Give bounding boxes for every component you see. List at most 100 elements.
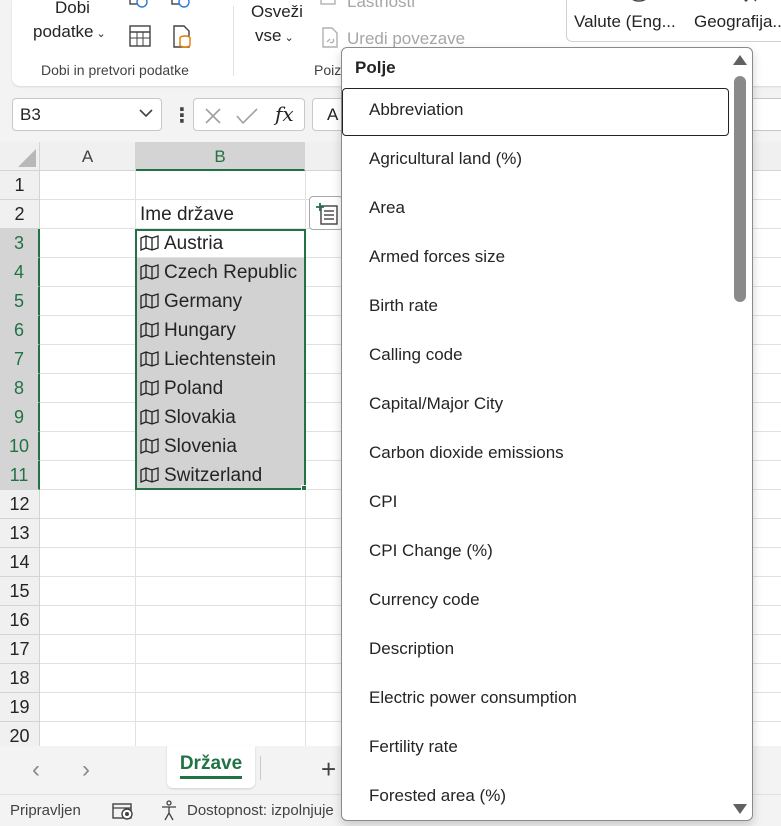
country-cell[interactable]: Germany <box>136 287 305 316</box>
chevron-down-icon: ⌄ <box>284 32 294 44</box>
insert-function-icon[interactable]: fx <box>275 102 294 126</box>
field-option[interactable]: Description <box>342 627 732 676</box>
country-name: Slovenia <box>164 436 237 457</box>
get-data-label-line2: podatke <box>33 22 94 41</box>
column-header-a[interactable]: A <box>40 142 136 171</box>
row-header[interactable]: 15 <box>0 577 40 606</box>
row-header[interactable]: 12 <box>0 490 40 519</box>
country-name: Liechtenstein <box>164 349 276 370</box>
row-header[interactable]: 13 <box>0 519 40 548</box>
accessibility-status[interactable]: Dostopnost: izpolnjuje <box>187 802 334 819</box>
map-icon <box>140 264 159 280</box>
data-types-gallery: Valute (Eng... Geografija... <box>566 0 781 42</box>
country-cell[interactable]: Slovakia <box>136 403 305 432</box>
row-header[interactable]: 9 <box>0 403 40 432</box>
dropdown-header: Polje <box>355 58 396 77</box>
scroll-up-arrow[interactable] <box>733 55 747 65</box>
field-option[interactable]: CPI <box>342 480 732 529</box>
accessibility-icon[interactable] <box>160 800 182 822</box>
macro-record-icon[interactable] <box>112 801 136 821</box>
scroll-down-arrow[interactable] <box>733 804 747 814</box>
field-option[interactable]: Armed forces size <box>342 235 732 284</box>
map-icon <box>140 409 159 425</box>
country-cell[interactable]: Poland <box>136 374 305 403</box>
row-header[interactable]: 1 <box>0 171 40 200</box>
sheet-tab-label: Države <box>179 753 243 779</box>
chevron-right-icon[interactable]: › <box>82 756 90 784</box>
datatype-currencies[interactable]: Valute (Eng... <box>574 12 676 32</box>
field-option[interactable]: Currency code <box>342 578 732 627</box>
country-cell[interactable]: Slovenia <box>136 432 305 461</box>
sheet-tab-drzave[interactable]: Države <box>167 746 255 788</box>
country-cell[interactable]: Czech Republic <box>136 258 305 287</box>
formula-content: A <box>327 105 339 124</box>
field-option[interactable]: Birth rate <box>342 284 732 333</box>
country-cell[interactable]: Liechtenstein <box>136 345 305 374</box>
get-data-label-line1[interactable]: Dobi <box>55 0 90 18</box>
country-cell[interactable]: Hungary <box>136 316 305 345</box>
field-option[interactable]: CPI Change (%) <box>342 529 732 578</box>
country-name: Switzerland <box>164 465 263 486</box>
row-header[interactable]: 18 <box>0 664 40 693</box>
scrollbar-thumb[interactable] <box>734 76 746 302</box>
map-icon <box>140 467 159 483</box>
ribbon-separator <box>233 6 234 76</box>
refresh-label-line1[interactable]: Osveži <box>251 2 303 22</box>
row-header[interactable]: 20 <box>0 722 40 746</box>
enter-check-icon[interactable] <box>235 106 259 126</box>
insert-data-button[interactable] <box>309 196 343 230</box>
field-option[interactable]: Fertility rate <box>342 725 732 774</box>
map-icon <box>140 235 159 251</box>
chevron-down-icon[interactable] <box>139 108 153 118</box>
cell-b2[interactable]: Ime države <box>136 200 305 229</box>
row-header[interactable]: 7 <box>0 345 40 374</box>
map-icon <box>140 438 159 454</box>
field-list: Abbreviation Agricultural land (%) Area Arm… <box>342 88 732 820</box>
refresh-all-button[interactable]: vse ⌄ <box>255 26 294 46</box>
more-options-icon[interactable]: ⋮ <box>172 103 192 128</box>
row-header[interactable]: 6 <box>0 316 40 345</box>
row-header[interactable]: 19 <box>0 693 40 722</box>
country-cell[interactable]: Austria <box>136 229 305 258</box>
map-icon <box>140 351 159 367</box>
get-data-button[interactable]: podatke ⌄ <box>33 22 106 42</box>
cancel-icon[interactable] <box>203 106 223 126</box>
tab-separator <box>260 756 261 780</box>
status-ready: Pripravljen <box>10 802 81 819</box>
field-option[interactable]: Capital/Major City <box>342 382 732 431</box>
datatype-geography[interactable]: Geografija... <box>694 12 781 32</box>
add-sheet-button[interactable]: + <box>321 754 336 785</box>
from-table-icon[interactable] <box>128 24 152 48</box>
chevron-left-icon[interactable]: ‹ <box>32 756 40 784</box>
field-dropdown: Polje Abbreviation Agricultural land (%) A… <box>341 47 753 821</box>
row-header[interactable]: 4 <box>0 258 40 287</box>
field-option[interactable]: Agricultural land (%) <box>342 137 732 186</box>
recent-sources-icon[interactable] <box>170 0 192 10</box>
properties-icon <box>320 0 336 5</box>
select-all-corner[interactable] <box>0 142 40 171</box>
column-header-b[interactable]: B <box>136 142 305 171</box>
country-cell[interactable]: Switzerland <box>136 461 305 490</box>
row-header[interactable]: 17 <box>0 635 40 664</box>
row-header[interactable]: 14 <box>0 548 40 577</box>
row-header[interactable]: 11 <box>0 461 40 490</box>
row-header[interactable]: 3 <box>0 229 40 258</box>
row-header[interactable]: 8 <box>0 374 40 403</box>
currency-type-icon <box>632 0 646 2</box>
name-box[interactable]: B3 <box>12 98 162 131</box>
row-header[interactable]: 5 <box>0 287 40 316</box>
country-name: Slovakia <box>164 407 236 428</box>
edit-links-button: Uredi povezave <box>347 29 466 48</box>
fill-handle[interactable] <box>301 485 307 491</box>
field-option[interactable]: Forested area (%) <box>342 774 732 820</box>
row-header[interactable]: 16 <box>0 606 40 635</box>
field-option[interactable]: Electric power consumption <box>342 676 732 725</box>
field-option[interactable]: Abbreviation <box>342 88 732 137</box>
from-web-icon[interactable] <box>128 0 150 10</box>
existing-connections-icon[interactable] <box>170 24 194 50</box>
field-option[interactable]: Area <box>342 186 732 235</box>
field-option[interactable]: Calling code <box>342 333 732 382</box>
row-header[interactable]: 2 <box>0 200 40 229</box>
field-option[interactable]: Carbon dioxide emissions <box>342 431 732 480</box>
row-header[interactable]: 10 <box>0 432 40 461</box>
